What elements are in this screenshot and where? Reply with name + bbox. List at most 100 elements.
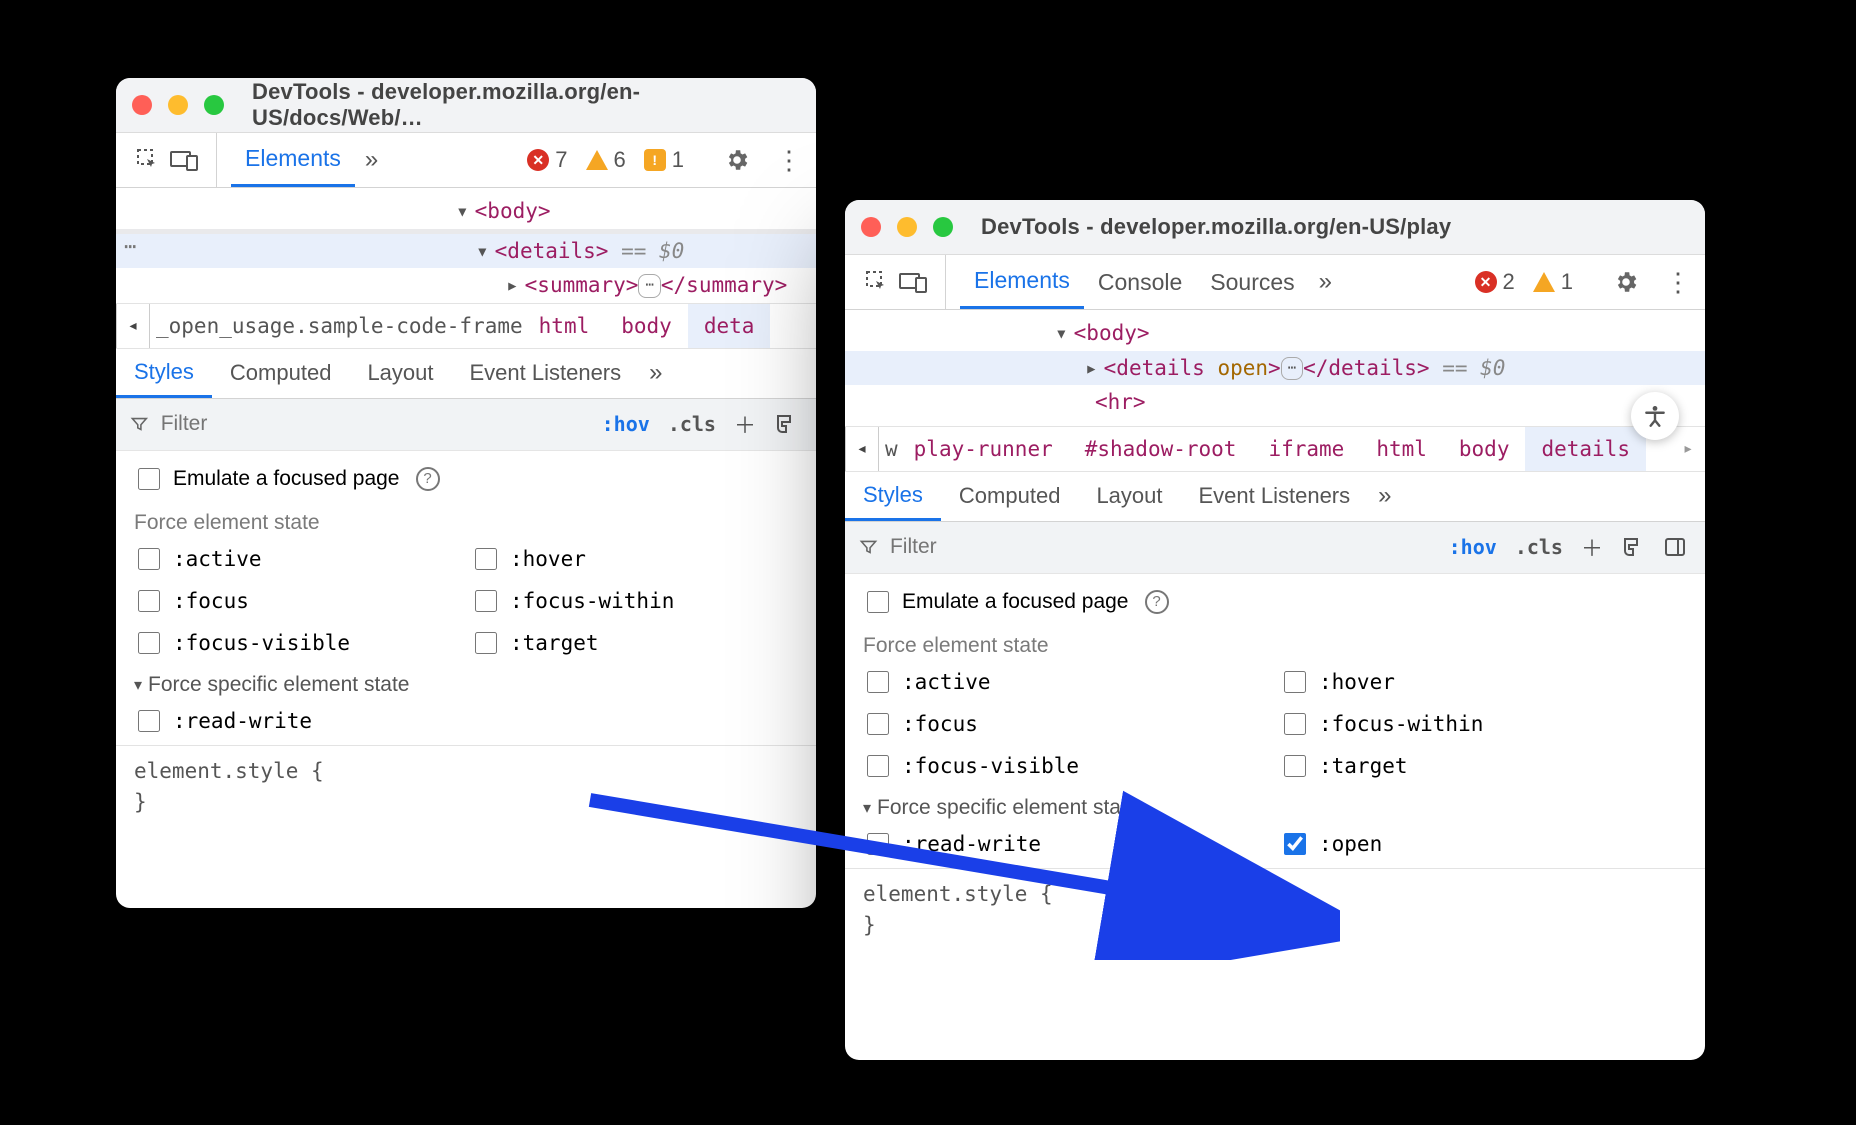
minimize-icon[interactable] — [168, 95, 188, 115]
crumb-item[interactable]: body — [605, 304, 688, 348]
emulate-focused-checkbox[interactable] — [138, 468, 160, 490]
minimize-icon[interactable] — [897, 217, 917, 237]
new-rule-icon[interactable]: ＋ — [734, 408, 756, 440]
warning-badge[interactable]: 6 — [586, 147, 626, 173]
settings-icon[interactable] — [712, 147, 762, 173]
dom-summary[interactable]: <summary> — [525, 273, 639, 297]
state-focus-checkbox[interactable] — [867, 713, 889, 735]
crumb-item-selected[interactable]: deta — [688, 304, 771, 348]
cls-toggle[interactable]: .cls — [1515, 535, 1563, 559]
state-active-checkbox[interactable] — [867, 671, 889, 693]
dom-body[interactable]: <body> — [1074, 321, 1150, 345]
crumb-prev-icon[interactable]: ◂ — [845, 427, 879, 471]
more-tabs-icon[interactable]: » — [355, 146, 388, 174]
breadcrumb[interactable]: ◂ _open_usage.sample-code-frame html bod… — [116, 303, 816, 349]
cls-toggle[interactable]: .cls — [668, 412, 716, 436]
state-focus-within-checkbox[interactable] — [475, 590, 497, 612]
close-icon[interactable] — [132, 95, 152, 115]
state-hover-checkbox[interactable] — [475, 548, 497, 570]
tab-layout[interactable]: Layout — [349, 349, 451, 398]
emulate-focused-checkbox[interactable] — [867, 591, 889, 613]
more-subtabs-icon[interactable]: » — [1368, 482, 1401, 510]
force-specific-state-label[interactable]: Force specific element state — [863, 784, 1687, 820]
dom-details[interactable]: <details> — [495, 239, 609, 263]
close-icon[interactable] — [861, 217, 881, 237]
maximize-icon[interactable] — [204, 95, 224, 115]
warning-badge[interactable]: 1 — [1533, 269, 1573, 295]
expand-dots-icon[interactable]: ⋯ — [638, 274, 660, 298]
state-read-write-checkbox[interactable] — [867, 833, 889, 855]
tab-event-listeners[interactable]: Event Listeners — [1181, 472, 1369, 521]
error-badge[interactable]: ✕7 — [527, 147, 567, 173]
crumb-prev-icon[interactable]: ◂ — [116, 304, 150, 348]
state-focus-checkbox[interactable] — [138, 590, 160, 612]
state-open-checkbox[interactable] — [1284, 833, 1306, 855]
force-element-state-label: Force element state — [863, 620, 1687, 664]
crumb-item[interactable]: play-runner — [898, 427, 1069, 471]
help-icon[interactable]: ? — [1145, 590, 1169, 614]
tab-elements[interactable]: Elements — [960, 255, 1084, 309]
state-label: :target — [510, 631, 599, 655]
expand-dots-icon[interactable]: ⋯ — [1281, 357, 1303, 381]
state-focus-within-checkbox[interactable] — [1284, 713, 1306, 735]
paint-icon[interactable] — [774, 412, 798, 436]
hov-toggle[interactable]: :hov — [1449, 535, 1497, 559]
crumb-item-selected[interactable]: details — [1525, 427, 1646, 471]
inspect-icon[interactable] — [130, 142, 166, 178]
titlebar[interactable]: DevTools - developer.mozilla.org/en-US/p… — [845, 200, 1705, 255]
tab-event-listeners[interactable]: Event Listeners — [452, 349, 640, 398]
accessibility-icon[interactable] — [1631, 392, 1679, 440]
force-specific-state-label[interactable]: Force specific element state — [134, 661, 798, 697]
tab-styles[interactable]: Styles — [116, 349, 212, 398]
maximize-icon[interactable] — [933, 217, 953, 237]
tab-computed[interactable]: Computed — [941, 472, 1079, 521]
tab-elements[interactable]: Elements — [231, 133, 355, 187]
device-icon[interactable] — [895, 264, 931, 300]
crumb-item[interactable]: html — [1360, 427, 1443, 471]
help-icon[interactable]: ? — [416, 467, 440, 491]
state-focus-visible-checkbox[interactable] — [138, 632, 160, 654]
device-icon[interactable] — [166, 142, 202, 178]
inspect-icon[interactable] — [859, 264, 895, 300]
state-hover-checkbox[interactable] — [1284, 671, 1306, 693]
filter-input[interactable] — [159, 411, 570, 437]
state-target-checkbox[interactable] — [475, 632, 497, 654]
dom-hr[interactable]: <hr> — [1095, 390, 1146, 414]
dom-tree[interactable]: <body> ⋯ <details> == $0 <summary>⋯</sum… — [116, 188, 816, 303]
crumb-clipped[interactable]: w — [879, 437, 898, 461]
sidebar-icon[interactable] — [1663, 535, 1687, 559]
element-style-block[interactable]: element.style { } — [845, 868, 1705, 952]
issue-badge[interactable]: !1 — [644, 147, 684, 173]
tab-sources[interactable]: Sources — [1196, 255, 1308, 309]
crumb-item[interactable]: body — [1443, 427, 1526, 471]
crumb-next-icon[interactable]: ▸ — [1671, 427, 1705, 471]
element-style-block[interactable]: element.style { } — [116, 745, 816, 829]
traffic-lights — [861, 217, 953, 237]
more-tabs-icon[interactable]: » — [1309, 268, 1342, 296]
settings-icon[interactable] — [1601, 269, 1651, 295]
kebab-icon[interactable]: ⋮ — [1651, 267, 1705, 298]
filter-input[interactable] — [888, 534, 1417, 560]
new-rule-icon[interactable]: ＋ — [1581, 531, 1603, 563]
titlebar[interactable]: DevTools - developer.mozilla.org/en-US/d… — [116, 78, 816, 133]
tab-console[interactable]: Console — [1084, 255, 1196, 309]
more-subtabs-icon[interactable]: » — [639, 359, 672, 387]
hov-toggle[interactable]: :hov — [602, 412, 650, 436]
crumb-item[interactable]: html — [523, 304, 606, 348]
state-active-checkbox[interactable] — [138, 548, 160, 570]
dom-tree[interactable]: <body> <details open>⋯</details> == $0 <… — [845, 310, 1705, 426]
crumb-item[interactable]: iframe — [1252, 427, 1360, 471]
state-focus-visible-checkbox[interactable] — [867, 755, 889, 777]
dom-body[interactable]: <body> — [475, 199, 551, 223]
kebab-icon[interactable]: ⋮ — [762, 145, 816, 176]
crumb-clipped[interactable]: _open_usage.sample-code-frame — [150, 314, 523, 338]
paint-icon[interactable] — [1621, 535, 1645, 559]
error-badge[interactable]: ✕2 — [1475, 269, 1515, 295]
state-read-write-checkbox[interactable] — [138, 710, 160, 732]
tab-styles[interactable]: Styles — [845, 472, 941, 521]
breadcrumb[interactable]: ◂ w play-runner #shadow-root iframe html… — [845, 426, 1705, 472]
tab-computed[interactable]: Computed — [212, 349, 350, 398]
state-target-checkbox[interactable] — [1284, 755, 1306, 777]
crumb-item[interactable]: #shadow-root — [1069, 427, 1253, 471]
tab-layout[interactable]: Layout — [1078, 472, 1180, 521]
